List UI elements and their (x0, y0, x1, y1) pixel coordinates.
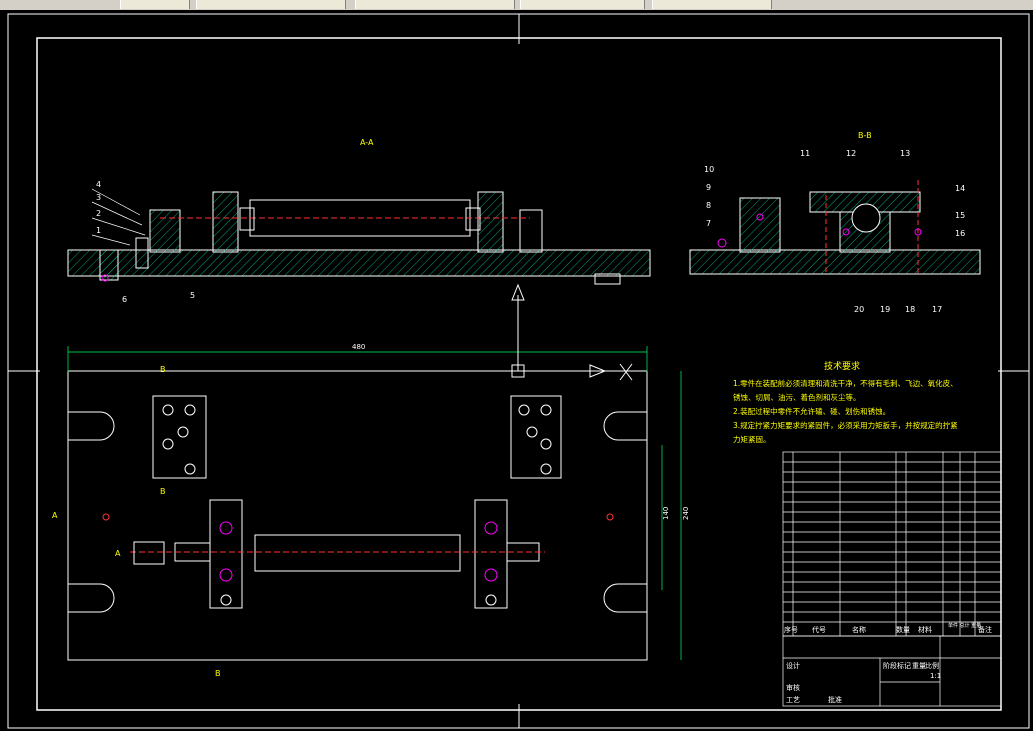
svg-text:6: 6 (122, 295, 127, 304)
dimension-width-outer: 240 (682, 507, 690, 520)
section-aa-label: A-A (360, 138, 374, 147)
sheet-inner-border (36, 37, 1002, 711)
svg-text:16: 16 (955, 229, 965, 238)
svg-text:批准: 批准 (828, 695, 842, 704)
svg-text:3.规定拧紧力矩要求的紧固件，必须采用力矩扳手，并按规定的拧: 3.规定拧紧力矩要求的紧固件，必须采用力矩扳手，并按规定的拧紧 (733, 420, 958, 430)
svg-text:14: 14 (955, 184, 965, 193)
svg-text:15: 15 (955, 211, 965, 220)
tech-requirements: 技术要求 1.零件在装配前必须清理和清洗干净，不得有毛刺、飞边、氧化皮、 锈蚀、… (733, 360, 958, 444)
svg-text:序号: 序号 (784, 625, 798, 634)
svg-text:数量: 数量 (896, 625, 910, 634)
svg-text:18: 18 (905, 305, 915, 314)
dimension-width-inner: 140 (662, 507, 670, 520)
svg-text:审核: 审核 (786, 683, 800, 692)
svg-text:力矩紧固。: 力矩紧固。 (733, 434, 771, 444)
ucs-cursor-icon (511, 283, 633, 381)
svg-text:12: 12 (846, 149, 856, 158)
plan-view (67, 370, 648, 661)
svg-text:技术要求: 技术要求 (824, 360, 860, 372)
svg-text:1: 1 (96, 226, 101, 235)
svg-text:名称: 名称 (852, 625, 866, 634)
svg-text:代号: 代号 (812, 625, 826, 634)
view-marker-b-bottom: B (215, 669, 221, 678)
svg-text:19: 19 (880, 305, 890, 314)
svg-text:8: 8 (706, 201, 711, 210)
svg-text:材料: 材料 (918, 625, 932, 634)
svg-text:10: 10 (704, 165, 714, 174)
svg-text:比例: 比例 (925, 661, 939, 670)
svg-text:17: 17 (932, 305, 942, 314)
svg-text:2: 2 (96, 209, 101, 218)
svg-text:锈蚀、切屑、油污、着色剂和灰尘等。: 锈蚀、切屑、油污、着色剂和灰尘等。 (733, 392, 861, 402)
toolbar-button-4[interactable] (520, 0, 645, 9)
svg-text:7: 7 (706, 219, 711, 228)
dimension-length: 480 (352, 343, 365, 351)
view-marker-b-top: B (160, 365, 166, 374)
svg-text:设计: 设计 (786, 661, 800, 670)
svg-text:13: 13 (900, 149, 910, 158)
section-aa-view (67, 191, 651, 285)
dimensions (67, 346, 682, 660)
view-marker-b-mid: B (160, 487, 166, 496)
section-bb-view (689, 180, 981, 275)
view-marker-a-left: A (52, 511, 58, 520)
svg-text:重量: 重量 (912, 662, 926, 670)
svg-text:3: 3 (96, 193, 101, 202)
svg-text:11: 11 (800, 149, 810, 158)
svg-text:2.装配过程中零件不允许磕、碰、划伤和锈蚀。: 2.装配过程中零件不允许磕、碰、划伤和锈蚀。 (733, 406, 890, 416)
svg-text:备注: 备注 (978, 625, 992, 634)
cad-drawing-canvas[interactable]: A-A 4 3 2 1 6 5 B-B 10 9 8 7 11 12 13 14… (0, 10, 1033, 731)
toolbar-button-5[interactable] (652, 0, 772, 9)
view-marker-a-right: A (115, 549, 121, 558)
section-bb-label: B-B (858, 131, 872, 140)
svg-text:5: 5 (190, 291, 195, 300)
drawing-svg: A-A 4 3 2 1 6 5 B-B 10 9 8 7 11 12 13 14… (7, 13, 1030, 729)
svg-text:4: 4 (96, 180, 101, 189)
svg-text:工艺: 工艺 (786, 696, 800, 704)
toolbar-button-3[interactable] (355, 0, 515, 9)
svg-text:9: 9 (706, 183, 711, 192)
svg-text:20: 20 (854, 305, 864, 314)
svg-text:单件 总计 重量: 单件 总计 重量 (948, 622, 981, 629)
svg-text:1.零件在装配前必须清理和清洗干净，不得有毛刺、飞边、氧化皮: 1.零件在装配前必须清理和清洗干净，不得有毛刺、飞边、氧化皮、 (733, 378, 958, 388)
toolbar-button-1[interactable] (120, 0, 190, 9)
toolbar-button-2[interactable] (196, 0, 346, 9)
svg-text:1:1: 1:1 (930, 672, 941, 680)
svg-text:阶段标记: 阶段标记 (883, 661, 911, 670)
title-block-labels: 序号 代号 名称 数量 材料 单件 总计 重量 备注 阶段标记 重量 比例 1:… (784, 622, 992, 704)
